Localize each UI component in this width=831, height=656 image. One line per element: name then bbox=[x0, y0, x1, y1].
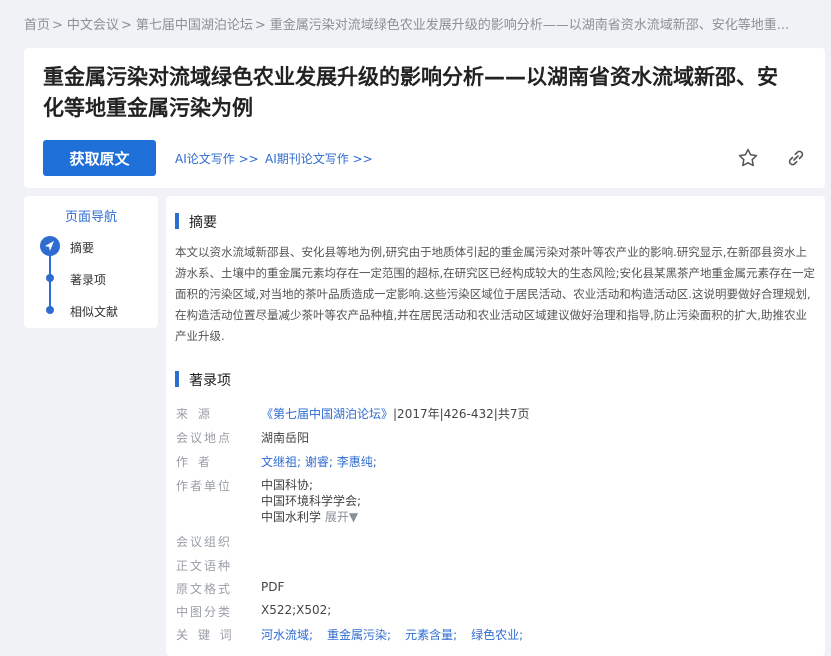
clc-value: X522;X502; bbox=[261, 603, 332, 617]
author-link[interactable]: 李惠纯; bbox=[337, 455, 377, 469]
nav-dot bbox=[46, 274, 54, 282]
get-original-button[interactable]: 获取原文 bbox=[43, 140, 156, 176]
keyword-link[interactable]: 河水流域; bbox=[261, 628, 313, 642]
paper-header-card: 重金属污染对流域绿色农业发展升级的影响分析——以湖南省资水流域新邵、安化等地重金… bbox=[24, 48, 825, 188]
location-label: 会议地点 bbox=[176, 431, 233, 445]
abstract-text: 本文以资水流域新邵县、安化县等地为例,研究由于地质体引起的重金属污染对茶叶等农产… bbox=[175, 245, 816, 343]
keyword-link[interactable]: 绿色农业; bbox=[471, 628, 523, 642]
unit-item: 中国环境科学学会; bbox=[261, 494, 362, 508]
source-link[interactable]: 《第七届中国湖泊论坛》 bbox=[261, 407, 393, 421]
keyword-link[interactable]: 重金属污染; bbox=[327, 628, 391, 642]
breadcrumb-separator: > bbox=[254, 18, 266, 33]
nav-item-abstract[interactable]: 摘要 bbox=[70, 239, 94, 256]
authors-label: 作 者 bbox=[176, 455, 213, 469]
unit-item: 中国水利学 bbox=[261, 510, 322, 524]
ai-journal-writing-link[interactable]: AI期刊论文写作 >> bbox=[265, 150, 373, 167]
source-label: 来 源 bbox=[176, 407, 213, 421]
nav-location-icon bbox=[40, 236, 60, 256]
source-value: 《第七届中国湖泊论坛》|2017年|426-432|共7页 bbox=[261, 405, 529, 422]
paper-content: 摘要 本文以资水流域新邵县、安化县等地为例,研究由于地质体引起的重金属污染对茶叶… bbox=[166, 196, 825, 656]
paper-title: 重金属污染对流域绿色农业发展升级的影响分析——以湖南省资水流域新邵、安化等地重金… bbox=[43, 65, 778, 120]
source-details: |2017年|426-432|共7页 bbox=[393, 407, 530, 421]
units-label: 作者单位 bbox=[176, 479, 233, 493]
abstract-heading: 摘要 bbox=[175, 212, 217, 232]
ai-paper-writing-link[interactable]: AI论文写作 >> bbox=[175, 150, 259, 167]
breadcrumb-lake-forum[interactable]: 第七届中国湖泊论坛 bbox=[136, 18, 253, 33]
breadcrumb-separator: > bbox=[52, 18, 63, 33]
breadcrumb-home[interactable]: 首页 bbox=[24, 18, 50, 33]
nav-item-record[interactable]: 著录项 bbox=[70, 271, 106, 288]
breadcrumb-separator: > bbox=[120, 18, 132, 33]
units-value: 中国科协; 中国环境科学学会; 中国水利学 展开▼ bbox=[261, 477, 361, 525]
keywords-value: 河水流域; 重金属污染; 元素含量; 绿色农业; bbox=[261, 626, 537, 643]
author-link[interactable]: 文继祖; bbox=[261, 455, 301, 469]
page-navigation-title: 页面导航 bbox=[64, 210, 117, 225]
star-icon[interactable] bbox=[736, 146, 760, 170]
nav-item-similar[interactable]: 相似文献 bbox=[70, 303, 118, 320]
author-link[interactable]: 谢睿; bbox=[305, 455, 333, 469]
authors-value: 文继祖; 谢睿; 李惠纯; bbox=[261, 453, 377, 470]
organizer-label: 会议组织 bbox=[176, 535, 233, 549]
format-value: PDF bbox=[261, 580, 285, 594]
page-navigation: 页面导航 摘要 著录项 相似文献 bbox=[24, 196, 158, 328]
record-heading: 著录项 bbox=[175, 370, 231, 390]
unit-item-row: 中国水利学 展开▼ bbox=[261, 509, 361, 525]
keyword-link[interactable]: 元素含量; bbox=[405, 628, 457, 642]
nav-dot bbox=[46, 306, 54, 314]
format-label: 原文格式 bbox=[176, 582, 233, 596]
breadcrumb-current-paper: 重金属污染对流域绿色农业发展升级的影响分析——以湖南省资水流域新邵、安化等地重.… bbox=[269, 18, 790, 33]
link-icon[interactable] bbox=[784, 146, 808, 170]
expand-toggle[interactable]: 展开▼ bbox=[325, 510, 358, 524]
location-value: 湖南岳阳 bbox=[261, 431, 310, 445]
breadcrumb-chinese-conference[interactable]: 中文会议 bbox=[67, 18, 119, 33]
breadcrumb: 首页 > 中文会议 > 第七届中国湖泊论坛 > 重金属污染对流域绿色农业发展升级的影响分析—… bbox=[24, 14, 824, 33]
unit-item: 中国科协; bbox=[261, 478, 314, 492]
language-label: 正文语种 bbox=[176, 559, 233, 573]
clc-label: 中图分类 bbox=[176, 605, 233, 619]
keywords-label: 关 键 词 bbox=[176, 628, 235, 642]
